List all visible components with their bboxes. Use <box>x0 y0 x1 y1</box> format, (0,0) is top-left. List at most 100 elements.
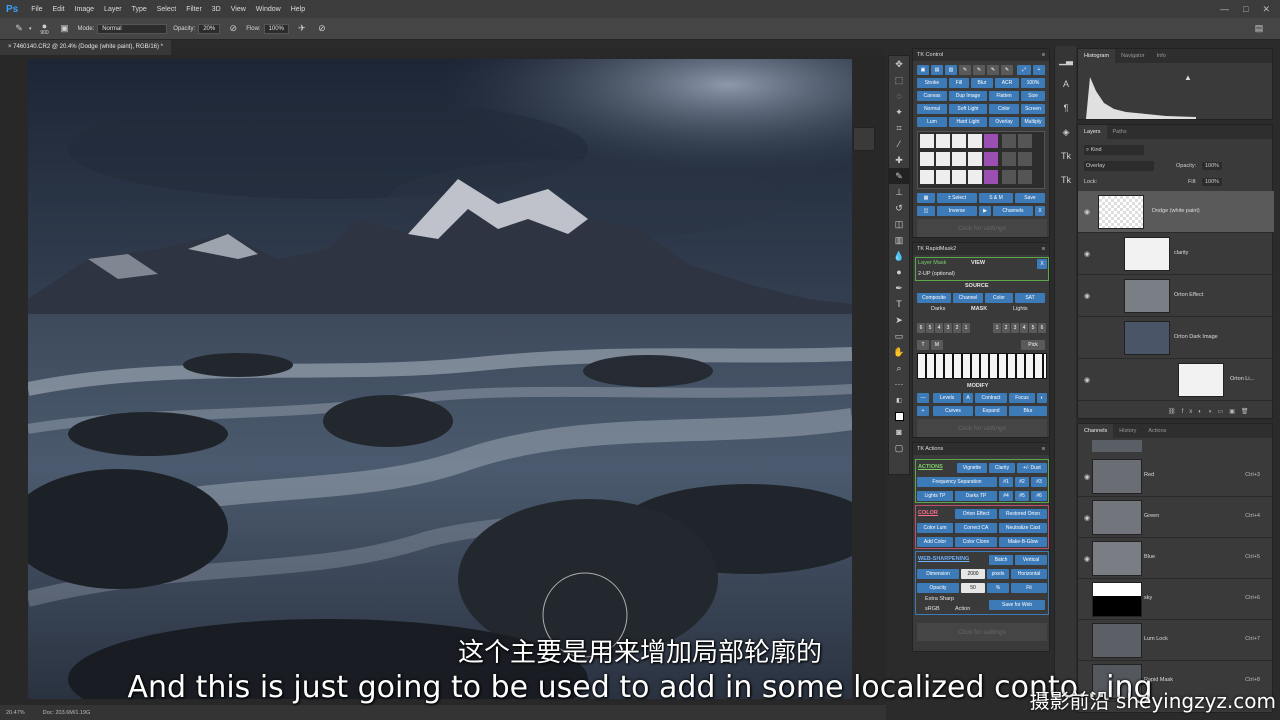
mode-select[interactable]: Normal <box>97 23 168 34</box>
default-colors-icon[interactable]: ◧ <box>889 392 909 408</box>
plus-icon[interactable]: + <box>917 406 929 416</box>
tk-screen-button[interactable]: Screen <box>1021 104 1045 114</box>
menu-image[interactable]: Image <box>70 6 99 13</box>
tk-grid-icon-20[interactable] <box>1002 170 1016 184</box>
neutralize-cast-button[interactable]: Neutralize Cast <box>999 523 1047 533</box>
tk-grid-icon-17[interactable] <box>952 170 966 184</box>
eye-icon[interactable]: ◉ <box>1084 292 1090 300</box>
restored-orton-button[interactable]: Restored Orton <box>999 509 1047 519</box>
panel-menu-icon[interactable]: ≡ <box>1042 52 1045 58</box>
eye-icon[interactable]: ◉ <box>1084 473 1090 481</box>
layer-row[interactable]: Orton Dark Image <box>1078 317 1274 359</box>
tk-grid-icon-14[interactable] <box>1018 152 1032 166</box>
tk-play-icon[interactable]: ▶ <box>979 206 991 216</box>
histogram-icon[interactable]: ▁▃ <box>1055 50 1077 70</box>
tk-grid-icon-18[interactable] <box>968 170 982 184</box>
darks-4-button[interactable]: 4 <box>935 323 943 333</box>
tk-icon-a[interactable]: ▣ <box>917 65 929 75</box>
tk-select-icon[interactable]: ▦ <box>917 193 935 203</box>
eraser-tool-icon[interactable]: ◫ <box>889 216 909 232</box>
lights-3-button[interactable]: 3 <box>1011 323 1019 333</box>
tk-grid-icon-4[interactable] <box>968 134 982 148</box>
more-tools-icon[interactable]: ⋯ <box>889 376 909 392</box>
a-button[interactable]: A <box>963 393 973 403</box>
layer-row[interactable]: ◉ clarity <box>1078 233 1274 275</box>
eye-icon[interactable]: ◉ <box>1084 555 1090 563</box>
half-circle-icon[interactable]: ◐ <box>1037 393 1047 403</box>
darks-1-button[interactable]: 1 <box>962 323 970 333</box>
move-tool-icon[interactable]: ✥ <box>889 56 909 72</box>
tk-arrows-icon[interactable]: ⤢ <box>1017 65 1031 75</box>
tk-overlay-button[interactable]: Overlay <box>989 117 1019 127</box>
darks-tp-button[interactable]: Darks TP <box>955 491 997 501</box>
action-2-button[interactable]: #2 <box>1015 477 1029 487</box>
darks-6-button[interactable]: 6 <box>917 323 925 333</box>
brush-panel-icon[interactable]: ▣ <box>58 22 72 36</box>
tk-grid-icon-12[interactable] <box>984 152 998 166</box>
fill-input[interactable]: 100% <box>1202 178 1223 186</box>
color-lum-button[interactable]: Color Lum <box>917 523 953 533</box>
brush-tool-icon[interactable]: ✎ <box>12 22 26 36</box>
tk-grid-icon-5[interactable] <box>984 134 998 148</box>
layer-opacity-input[interactable]: 100% <box>1202 162 1223 170</box>
screen-mode-icon[interactable]: ▢ <box>889 440 909 456</box>
eye-icon[interactable]: ◉ <box>1084 514 1090 522</box>
tab-channels[interactable]: Channels <box>1078 424 1114 438</box>
tk-grid-icon-13[interactable] <box>1002 152 1016 166</box>
eyedropper-tool-icon[interactable]: ⁄ <box>889 136 909 152</box>
tk-canvas-button[interactable]: Canvas <box>917 91 947 101</box>
menu-help[interactable]: Help <box>286 6 310 13</box>
levels-button[interactable]: Levels <box>933 393 961 403</box>
tk-color-button[interactable]: Color <box>989 104 1019 114</box>
lasso-tool-icon[interactable]: ◌ <box>889 88 909 104</box>
brush-tool-icon[interactable]: ✎ <box>889 168 909 184</box>
dodge-tool-icon[interactable]: ● <box>889 264 909 280</box>
tk-grid-icon-10[interactable] <box>952 152 966 166</box>
tk-normal-button[interactable]: Normal <box>917 104 947 114</box>
lights-1-button[interactable]: 1 <box>993 323 1001 333</box>
zoom-tool-icon[interactable]: ⌕ <box>889 360 909 376</box>
path-select-tool-icon[interactable]: ➤ <box>889 312 909 328</box>
menu-file[interactable]: File <box>26 6 47 13</box>
history-brush-tool-icon[interactable]: ↺ <box>889 200 909 216</box>
add-color-button[interactable]: Add Color <box>917 537 953 547</box>
tab-paths[interactable]: Paths <box>1107 125 1133 139</box>
gradient-tool-icon[interactable]: ▥ <box>889 232 909 248</box>
tk-grid-icon-9[interactable] <box>936 152 950 166</box>
horizontal-button[interactable]: Horizontal <box>1011 569 1047 579</box>
action-6-button[interactable]: #6 <box>1031 491 1047 501</box>
warning-icon[interactable]: ▲ <box>1184 73 1192 82</box>
eye-icon[interactable]: ◉ <box>1084 208 1090 216</box>
layer-footer-icons[interactable]: ⛓fx◐◑▭▣🗑 <box>1168 408 1255 415</box>
source-sat-button[interactable]: SAT <box>1015 293 1045 303</box>
source-channel-button[interactable]: Channel <box>953 293 983 303</box>
tk-brush-white-icon[interactable]: ✎ <box>973 65 985 75</box>
vignette-button[interactable]: Vignette <box>957 463 987 473</box>
quick-mask-icon[interactable]: ◙ <box>889 424 909 440</box>
minus-icon[interactable]: — <box>917 393 929 403</box>
web-opacity-input[interactable]: 50 <box>961 583 985 593</box>
marquee-tool-icon[interactable]: ⬚ <box>889 72 909 88</box>
clarity-button[interactable]: Clarity <box>989 463 1015 473</box>
darks-3-button[interactable]: 3 <box>944 323 952 333</box>
tk-inverse-button[interactable]: Inverse <box>937 206 977 216</box>
tab-actions[interactable]: Actions <box>1142 424 1172 438</box>
extra-sharp-checkbox-label[interactable]: Extra Sharp <box>925 596 954 602</box>
shape-tool-icon[interactable]: ▭ <box>889 328 909 344</box>
tk-stroke-button[interactable]: Stroke <box>917 78 947 88</box>
tk-grid-icon-7[interactable] <box>1018 134 1032 148</box>
tk-grid-icon-16[interactable] <box>936 170 950 184</box>
flow-input[interactable]: 100% <box>263 23 289 34</box>
dust-button[interactable]: +/- Dust <box>1017 463 1047 473</box>
filter-kind-select[interactable]: ⌕ Kind <box>1084 145 1144 155</box>
action-4-button[interactable]: #4 <box>999 491 1013 501</box>
landscape-photo[interactable] <box>28 59 852 699</box>
color-swatches[interactable] <box>889 408 909 424</box>
layers-icon[interactable]: ◈ <box>1055 122 1077 142</box>
dimension-input[interactable]: 2000 <box>961 569 985 579</box>
color-clone-button[interactable]: Color Clone <box>955 537 997 547</box>
hand-tool-icon[interactable]: ✋ <box>889 344 909 360</box>
action-5-button[interactable]: #5 <box>1015 491 1029 501</box>
tk-acr-button[interactable]: ACR <box>995 78 1019 88</box>
tk-grid-icon-21[interactable] <box>1018 170 1032 184</box>
